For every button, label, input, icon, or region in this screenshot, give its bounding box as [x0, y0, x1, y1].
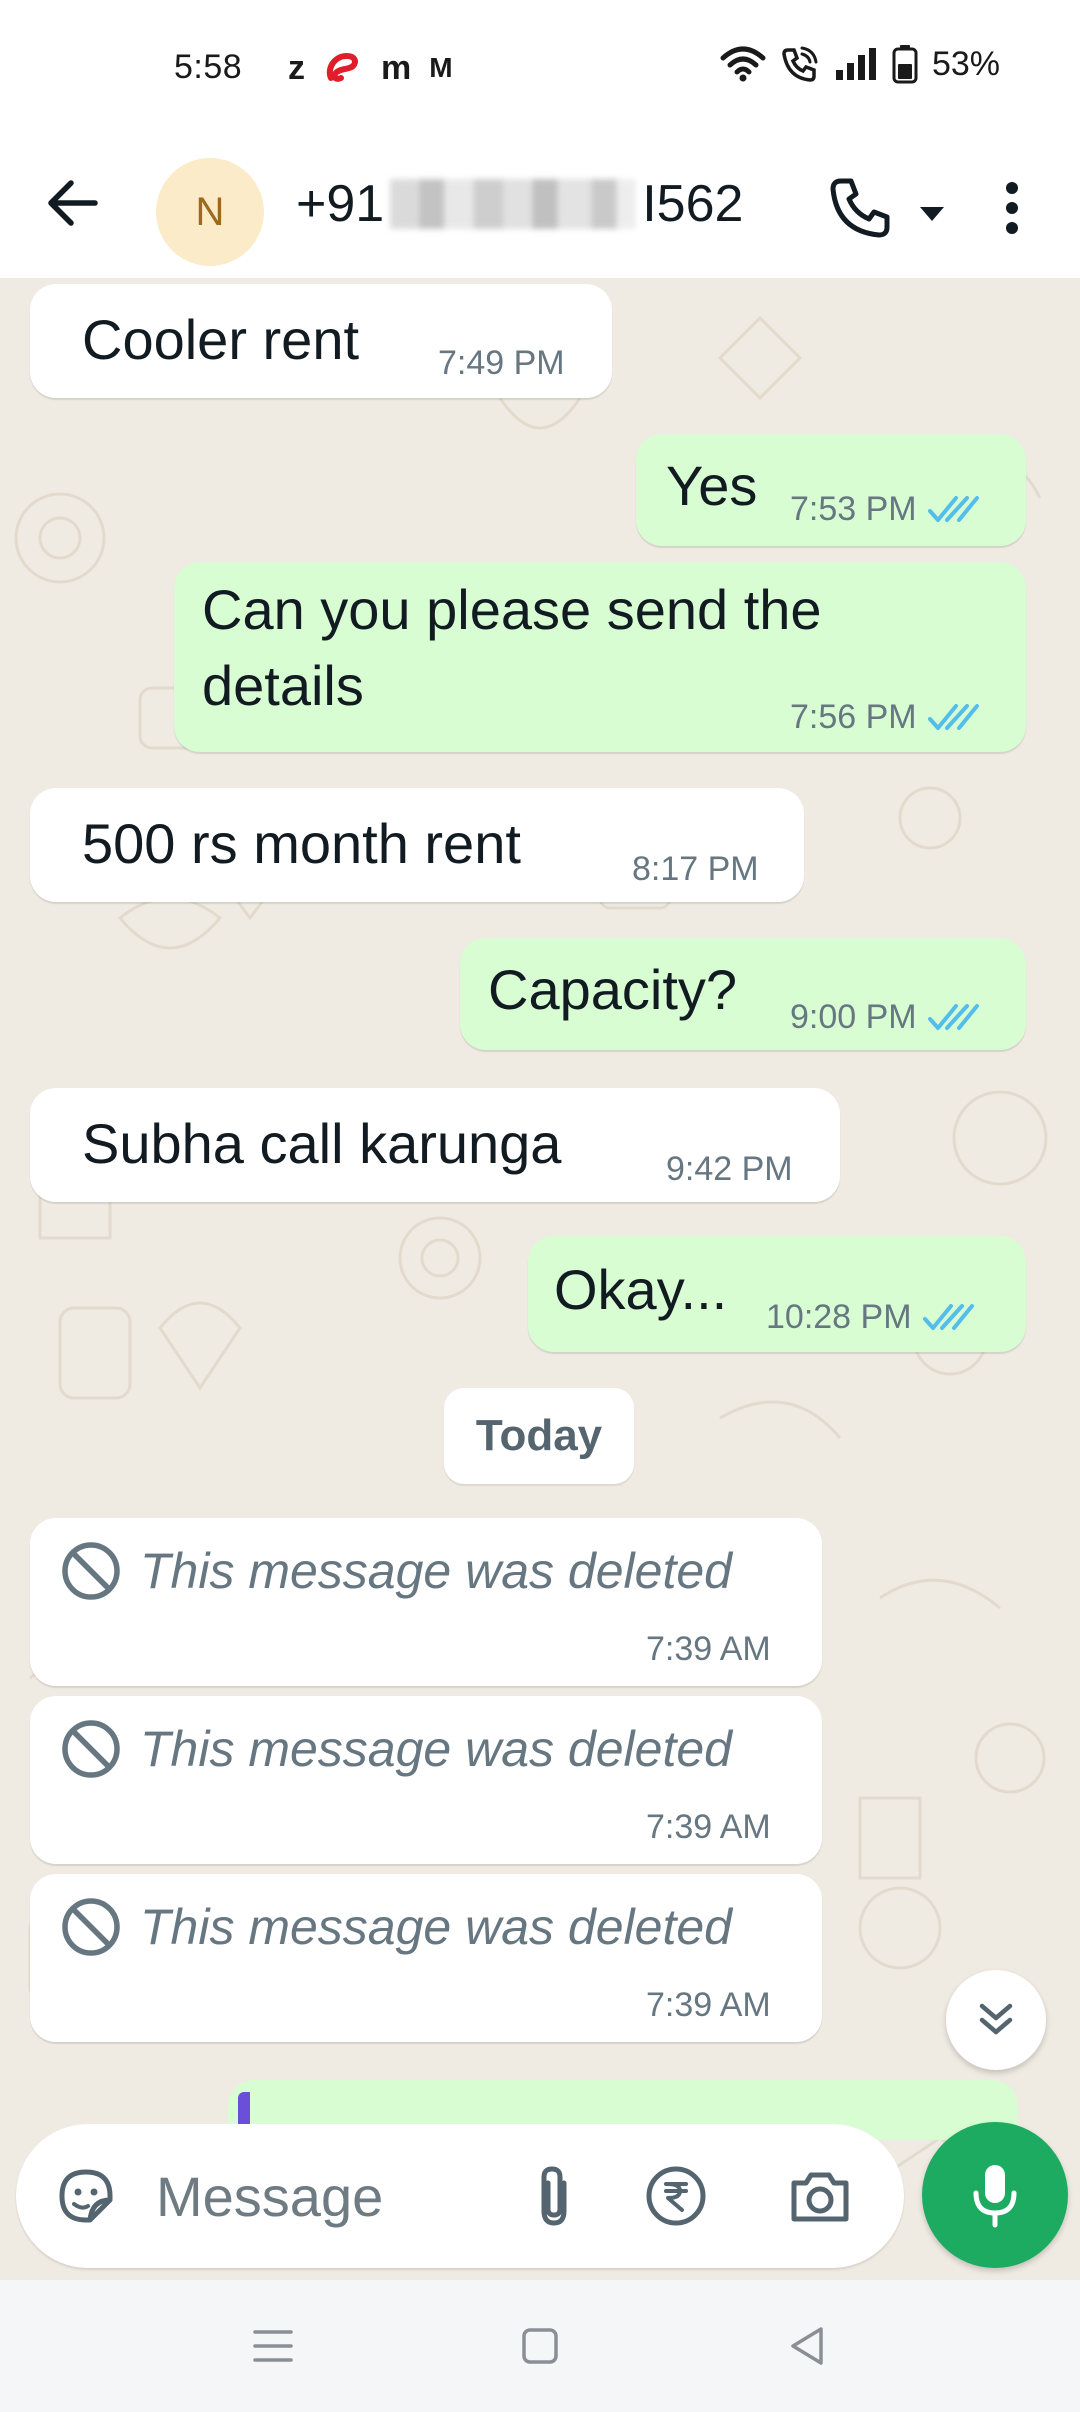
- message-bubble-outgoing[interactable]: Yes 7:53 PM: [636, 434, 1026, 546]
- message-input[interactable]: [156, 2158, 476, 2234]
- home-button[interactable]: [505, 2316, 575, 2376]
- blocked-icon: [62, 1720, 120, 1778]
- message-time: 9:42 PM: [666, 1150, 793, 1188]
- system-back-button[interactable]: [772, 2316, 842, 2376]
- zomato-notification-icon: z: [288, 49, 305, 87]
- chevron-double-down-icon: [979, 2003, 1013, 2035]
- message-text: Subha call karunga: [82, 1112, 562, 1175]
- status-system-icons: 53%: [720, 44, 1000, 84]
- call-options-dropdown[interactable]: [904, 186, 960, 242]
- redacted-number: [390, 179, 637, 229]
- recents-button[interactable]: [238, 2316, 308, 2376]
- airtel-notification-icon: [326, 52, 358, 82]
- message-text: 500 rs month rent: [82, 812, 521, 875]
- app-M-notification-icon: M: [429, 52, 453, 83]
- camera-icon: [791, 2172, 849, 2222]
- sticker-button[interactable]: [50, 2160, 122, 2232]
- message-time: 10:28 PM: [766, 1298, 912, 1336]
- contact-avatar[interactable]: N: [156, 158, 264, 266]
- double-check-read-icon: [927, 495, 979, 522]
- deleted-message-row: This message was deleted: [60, 1718, 732, 1780]
- voice-message-button[interactable]: [922, 2122, 1068, 2268]
- message-meta: 9:00 PM: [790, 998, 979, 1037]
- status-app-icons: z m M: [288, 48, 453, 88]
- avatar-letter: N: [195, 189, 225, 234]
- message-bubble-outgoing[interactable]: Capacity? 9:00 PM: [460, 938, 1026, 1050]
- double-check-read-icon: [927, 703, 979, 730]
- deleted-message-row: This message was deleted: [60, 1896, 732, 1958]
- deleted-message-text: This message was deleted: [140, 1899, 732, 1955]
- chat-area[interactable]: Cooler rent 7:49 PM Yes 7:53 PM Can you …: [0, 278, 1080, 2280]
- caret-down-icon: [920, 207, 944, 221]
- date-divider: Today: [444, 1388, 634, 1484]
- payment-button[interactable]: [640, 2160, 712, 2232]
- message-text: Capacity?: [488, 958, 738, 1021]
- camera-button[interactable]: [784, 2160, 856, 2232]
- deleted-message-text: This message was deleted: [140, 1721, 732, 1777]
- status-bar: 5:58 z m M 53%: [0, 0, 1080, 138]
- message-bubble-outgoing[interactable]: Can you please send the details 7:56 PM: [174, 562, 1026, 752]
- message-time: 7:49 PM: [438, 344, 565, 382]
- message-time: 7:39 AM: [646, 1986, 771, 2024]
- message-bubble-outgoing[interactable]: Okay... 10:28 PM: [528, 1236, 1026, 1352]
- battery-icon: [892, 45, 918, 84]
- message-text-line-1: Can you please send the: [202, 578, 822, 641]
- sticker-icon: [59, 2169, 113, 2223]
- battery-percentage: 53%: [931, 44, 1000, 83]
- rupee-icon: [646, 2166, 706, 2226]
- wifi-icon: [720, 46, 766, 82]
- double-check-read-icon: [922, 1303, 974, 1330]
- contact-name[interactable]: +91 I562: [296, 174, 743, 234]
- message-meta: 7:53 PM: [790, 490, 979, 529]
- message-time: 7:53 PM: [790, 490, 917, 528]
- status-time: 5:58: [174, 48, 243, 86]
- message-bubble-incoming[interactable]: 500 rs month rent 8:17 PM: [30, 788, 804, 902]
- message-text-line-2: details: [202, 654, 364, 717]
- wifi-calling-icon: [782, 46, 818, 82]
- message-text: Yes: [666, 454, 758, 517]
- double-check-read-icon: [927, 1003, 979, 1030]
- back-button[interactable]: [38, 168, 108, 238]
- signal-icon: [835, 48, 876, 80]
- triangle-back-icon: [791, 2327, 823, 2365]
- paperclip-icon: [541, 2166, 567, 2226]
- message-bubble-incoming[interactable]: Subha call karunga 9:42 PM: [30, 1088, 840, 1202]
- chat-header: N +91 I562: [0, 138, 1080, 278]
- blocked-icon: [62, 1898, 120, 1956]
- arrow-left-icon: [48, 180, 98, 226]
- message-time: 7:39 AM: [646, 1630, 771, 1668]
- voice-call-button[interactable]: [820, 168, 900, 248]
- deleted-message-bubble[interactable]: This message was deleted 7:39 AM: [30, 1518, 822, 1686]
- more-vertical-icon: [1006, 182, 1018, 234]
- contact-prefix: +91: [296, 175, 385, 233]
- more-options-button[interactable]: [982, 168, 1042, 248]
- message-composer: [16, 2124, 904, 2268]
- menu-icon: [253, 2330, 293, 2362]
- message-text: Cooler rent: [82, 308, 360, 371]
- square-icon: [522, 2328, 558, 2364]
- app-m-notification-icon: m: [381, 49, 412, 87]
- contact-suffix: I562: [642, 175, 744, 233]
- message-time: 8:17 PM: [632, 850, 759, 888]
- message-time: 7:56 PM: [790, 698, 917, 736]
- deleted-message-bubble[interactable]: This message was deleted 7:39 AM: [30, 1696, 822, 1864]
- deleted-message-row: This message was deleted: [60, 1540, 732, 1602]
- scroll-to-bottom-button[interactable]: [946, 1970, 1046, 2070]
- message-meta: 7:56 PM: [790, 698, 979, 737]
- message-time: 7:39 AM: [646, 1808, 771, 1846]
- phone-icon: [830, 178, 890, 238]
- deleted-message-bubble[interactable]: This message was deleted 7:39 AM: [30, 1874, 822, 2042]
- attach-button[interactable]: [518, 2160, 590, 2232]
- message-meta: 10:28 PM: [766, 1298, 974, 1337]
- message-time: 9:00 PM: [790, 998, 917, 1036]
- mic-icon: [973, 2165, 1017, 2228]
- system-navigation-bar: [0, 2280, 1080, 2412]
- message-text: Okay...: [554, 1258, 728, 1321]
- blocked-icon: [62, 1542, 120, 1600]
- deleted-message-text: This message was deleted: [140, 1543, 732, 1599]
- message-bubble-incoming[interactable]: Cooler rent 7:49 PM: [30, 284, 612, 398]
